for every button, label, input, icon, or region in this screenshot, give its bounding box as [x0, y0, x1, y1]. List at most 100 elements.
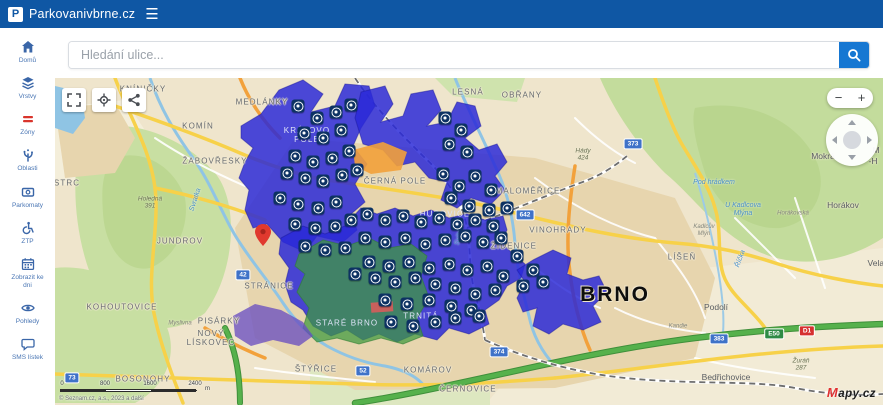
location-pin-icon[interactable] — [255, 224, 271, 251]
parking-meter-marker[interactable] — [442, 257, 456, 271]
pan-right-icon[interactable] — [867, 136, 872, 144]
parking-meter-marker[interactable] — [382, 259, 396, 273]
parking-meter-marker[interactable] — [422, 261, 436, 275]
parking-meter-marker[interactable] — [328, 219, 342, 233]
parking-meter-marker[interactable] — [378, 293, 392, 307]
parking-meter-marker[interactable] — [288, 217, 302, 231]
parking-meter-marker[interactable] — [438, 233, 452, 247]
parking-meter-marker[interactable] — [468, 213, 482, 227]
parking-meter-marker[interactable] — [402, 255, 416, 269]
pan-control[interactable] — [826, 114, 878, 166]
parking-meter-marker[interactable] — [406, 319, 420, 333]
parking-meter-marker[interactable] — [396, 209, 410, 223]
parking-meter-marker[interactable] — [334, 123, 348, 137]
pan-up-icon[interactable] — [848, 120, 856, 125]
brand-title[interactable]: Parkovanivbrne.cz — [29, 7, 135, 21]
map-canvas[interactable]: − + 0 800 1600 2400 m © Seznam.cz, a.s., 20… — [55, 78, 883, 405]
sidebar-item-parkomaty[interactable]: Parkomaty — [1, 185, 54, 210]
parking-meter-marker[interactable] — [442, 137, 456, 151]
parking-meter-marker[interactable] — [460, 263, 474, 277]
parking-meter-marker[interactable] — [436, 167, 450, 181]
parking-meter-marker[interactable] — [273, 191, 287, 205]
parking-meter-marker[interactable] — [480, 259, 494, 273]
parking-meter-marker[interactable] — [472, 309, 486, 323]
parking-meter-marker[interactable] — [422, 293, 436, 307]
parking-meter-marker[interactable] — [484, 183, 498, 197]
parking-meter-marker[interactable] — [398, 231, 412, 245]
pan-center-knob[interactable] — [843, 131, 861, 149]
parking-meter-marker[interactable] — [468, 287, 482, 301]
sidebar-item-z-ny[interactable]: Zóny — [1, 112, 54, 137]
parking-meter-marker[interactable] — [298, 171, 312, 185]
parking-meter-marker[interactable] — [428, 277, 442, 291]
parking-meter-marker[interactable] — [444, 191, 458, 205]
parking-meter-marker[interactable] — [348, 267, 362, 281]
parking-meter-marker[interactable] — [488, 283, 502, 297]
parking-meter-marker[interactable] — [311, 201, 325, 215]
sidebar-item-pohledy[interactable]: Pohledy — [1, 301, 54, 326]
parking-meter-marker[interactable] — [338, 241, 352, 255]
parking-meter-marker[interactable] — [358, 231, 372, 245]
parking-meter-marker[interactable] — [448, 281, 462, 295]
parking-meter-marker[interactable] — [291, 197, 305, 211]
parking-meter-marker[interactable] — [308, 221, 322, 235]
sidebar-item-ztp[interactable]: ZTP — [1, 221, 54, 246]
parking-meter-marker[interactable] — [458, 229, 472, 243]
pan-down-icon[interactable] — [848, 155, 856, 160]
parking-meter-marker[interactable] — [344, 213, 358, 227]
parking-meter-marker[interactable] — [362, 255, 376, 269]
sidebar-item-dom[interactable]: Domů — [1, 40, 54, 65]
parking-meter-marker[interactable] — [378, 235, 392, 249]
parking-meter-marker[interactable] — [384, 315, 398, 329]
parking-meter-marker[interactable] — [400, 297, 414, 311]
parking-meter-marker[interactable] — [288, 149, 302, 163]
parking-meter-marker[interactable] — [335, 168, 349, 182]
pan-left-icon[interactable] — [832, 136, 837, 144]
parking-meter-marker[interactable] — [536, 275, 550, 289]
sidebar-item-oblasti[interactable]: Oblasti — [1, 148, 54, 173]
parking-meter-marker[interactable] — [368, 271, 382, 285]
parking-meter-marker[interactable] — [448, 311, 462, 325]
parking-meter-marker[interactable] — [462, 199, 476, 213]
parking-meter-marker[interactable] — [454, 123, 468, 137]
parking-meter-marker[interactable] — [378, 213, 392, 227]
parking-meter-marker[interactable] — [350, 163, 364, 177]
search-button[interactable] — [839, 42, 869, 68]
parking-meter-marker[interactable] — [316, 174, 330, 188]
parking-meter-marker[interactable] — [291, 99, 305, 113]
parking-meter-marker[interactable] — [306, 155, 320, 169]
parking-meter-marker[interactable] — [360, 207, 374, 221]
parking-meter-marker[interactable] — [526, 263, 540, 277]
parking-meter-marker[interactable] — [468, 169, 482, 183]
parking-meter-marker[interactable] — [432, 211, 446, 225]
zoom-out-button[interactable]: − — [827, 89, 850, 107]
share-button[interactable] — [122, 88, 146, 112]
mapycz-logo[interactable]: Mapy.cz — [827, 385, 876, 400]
parking-meter-marker[interactable] — [342, 144, 356, 158]
parking-meter-marker[interactable] — [310, 111, 324, 125]
parking-meter-marker[interactable] — [500, 201, 514, 215]
parking-meter-marker[interactable] — [418, 237, 432, 251]
parking-meter-marker[interactable] — [510, 249, 524, 263]
parking-meter-marker[interactable] — [325, 151, 339, 165]
parking-meter-marker[interactable] — [460, 145, 474, 159]
parking-meter-marker[interactable] — [408, 271, 422, 285]
parking-meter-marker[interactable] — [494, 231, 508, 245]
fullscreen-button[interactable] — [62, 88, 86, 112]
sidebar-item-zobrazit-ke-dni[interactable]: Zobrazit ke dni — [1, 257, 54, 290]
parking-meter-marker[interactable] — [438, 111, 452, 125]
parking-meter-marker[interactable] — [298, 239, 312, 253]
parking-meter-marker[interactable] — [297, 126, 311, 140]
parking-meter-marker[interactable] — [516, 279, 530, 293]
search-input[interactable] — [69, 42, 839, 68]
parking-meter-marker[interactable] — [318, 243, 332, 257]
parking-meter-marker[interactable] — [329, 195, 343, 209]
locate-button[interactable] — [92, 88, 116, 112]
parking-meter-marker[interactable] — [280, 166, 294, 180]
parking-meter-marker[interactable] — [428, 315, 442, 329]
parking-meter-marker[interactable] — [316, 131, 330, 145]
parking-meter-marker[interactable] — [344, 98, 358, 112]
parking-meter-marker[interactable] — [329, 105, 343, 119]
hamburger-menu-icon[interactable]: ☰ — [145, 7, 158, 22]
parking-meter-marker[interactable] — [482, 203, 496, 217]
